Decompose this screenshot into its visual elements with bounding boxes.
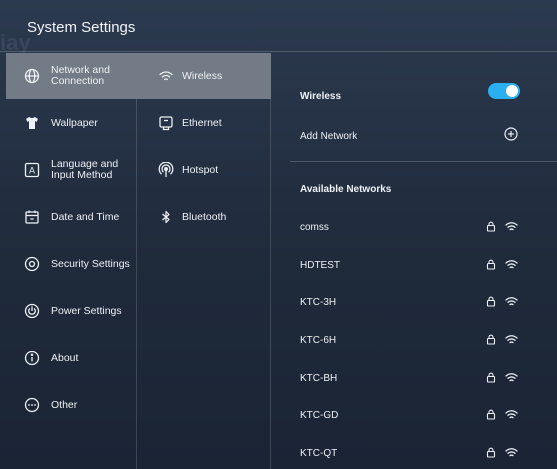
wireless-toggle[interactable] — [488, 83, 520, 99]
category-label: About — [51, 351, 79, 364]
network-status-icons — [486, 447, 518, 458]
bluetooth-icon — [158, 209, 174, 225]
wifi-signal-icon — [505, 296, 518, 307]
network-ssid: HDTEST — [300, 259, 340, 271]
title-bar: iay System Settings — [0, 0, 557, 55]
hotspot-icon — [158, 162, 174, 178]
available-networks-label: Available Networks — [300, 183, 392, 195]
category-security-settings[interactable]: Security Settings — [6, 241, 137, 287]
ethernet-icon — [158, 115, 174, 131]
lock-icon — [486, 447, 496, 458]
lock-icon — [486, 221, 496, 232]
category-network-and-connection[interactable]: Network and Connection — [6, 53, 137, 99]
wifi-signal-icon — [505, 221, 518, 232]
shirt-icon — [24, 115, 40, 131]
lock-icon — [486, 296, 496, 307]
svg-text:A: A — [29, 166, 35, 176]
network-row[interactable]: comss — [300, 217, 557, 237]
network-row[interactable]: HDTEST — [300, 255, 557, 275]
network-row[interactable]: KTC-6H — [300, 330, 557, 350]
network-ssid: KTC-GD — [300, 409, 339, 421]
lock-icon — [486, 259, 496, 270]
category-label: Network and Connection — [51, 64, 110, 87]
security-icon — [24, 256, 40, 272]
info-icon — [24, 350, 40, 366]
wifi-signal-icon — [505, 409, 518, 420]
subcategory-label: Hotspot — [182, 164, 219, 176]
more-icon — [24, 397, 40, 413]
category-menu: Network and Connection Wallpaper A Langu… — [6, 53, 137, 469]
add-network-label: Add Network — [300, 130, 358, 142]
section-divider — [290, 161, 557, 162]
subcategory-ethernet[interactable]: Ethernet — [137, 100, 271, 146]
lock-icon — [486, 334, 496, 345]
network-ssid: KTC-QT — [300, 447, 338, 459]
toggle-knob — [506, 85, 518, 97]
network-status-icons — [486, 334, 518, 345]
network-ssid: comss — [300, 221, 329, 233]
wireless-label: Wireless — [300, 90, 342, 102]
network-ssid: KTC-BH — [300, 372, 338, 384]
network-ssid: KTC-3H — [300, 296, 337, 308]
category-other[interactable]: Other — [6, 382, 137, 428]
category-label: Other — [51, 398, 78, 411]
add-network-plus-icon[interactable] — [504, 127, 518, 141]
settings-window: iay System Settings Network and Connecti… — [0, 0, 557, 469]
subcategory-label: Bluetooth — [182, 211, 227, 223]
network-row[interactable]: KTC-3H — [300, 292, 557, 312]
category-about[interactable]: About — [6, 335, 137, 381]
wifi-icon — [158, 68, 174, 84]
category-date-and-time[interactable]: Date and Time — [6, 194, 137, 240]
subcategory-bluetooth[interactable]: Bluetooth — [137, 194, 271, 240]
wifi-signal-icon — [505, 334, 518, 345]
wifi-signal-icon — [505, 447, 518, 458]
window-title: System Settings — [27, 19, 136, 36]
network-row[interactable]: KTC-GD — [300, 405, 557, 425]
add-network-row[interactable]: Add Network — [300, 126, 557, 146]
subcategory-menu: Wireless Ethernet Hotspot Bluetooth — [137, 53, 271, 469]
wireless-panel: Wireless Add Network Available Networks … — [272, 53, 557, 469]
category-language-and-input-method[interactable]: A Language and Input Method — [6, 147, 137, 193]
subcategory-label: Wireless — [182, 70, 223, 82]
globe-icon — [24, 68, 40, 84]
network-status-icons — [486, 296, 518, 307]
category-label: Date and Time — [51, 210, 120, 223]
category-power-settings[interactable]: Power Settings — [6, 288, 137, 334]
subcategory-hotspot[interactable]: Hotspot — [137, 147, 271, 193]
category-wallpaper[interactable]: Wallpaper — [6, 100, 137, 146]
subcategory-label: Ethernet — [182, 117, 222, 129]
subcategory-wireless[interactable]: Wireless — [137, 53, 271, 99]
wifi-signal-icon — [505, 259, 518, 270]
lock-icon — [486, 409, 496, 420]
network-row[interactable]: KTC-BH — [300, 368, 557, 388]
network-row[interactable]: KTC-QT — [300, 443, 557, 463]
lock-icon — [486, 372, 496, 383]
network-ssid: KTC-6H — [300, 334, 337, 346]
network-status-icons — [486, 372, 518, 383]
category-label: Wallpaper — [51, 116, 98, 129]
category-label: Power Settings — [51, 304, 122, 317]
available-networks-header: Available Networks — [300, 179, 557, 199]
category-label: Security Settings — [51, 257, 130, 270]
network-status-icons — [486, 409, 518, 420]
network-status-icons — [486, 259, 518, 270]
wifi-signal-icon — [505, 372, 518, 383]
language-icon: A — [24, 162, 40, 178]
power-icon — [24, 303, 40, 319]
calendar-icon — [24, 209, 40, 225]
category-label: Language and Input Method — [51, 158, 119, 181]
network-status-icons — [486, 221, 518, 232]
